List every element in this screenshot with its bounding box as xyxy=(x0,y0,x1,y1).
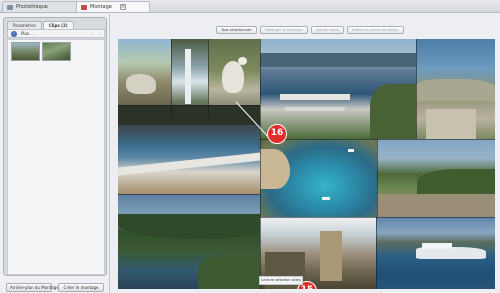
clips-panel: Paramètres Clips (2) ‹ Plus... ‹ › xyxy=(3,17,107,276)
tab-parametres-label: Paramètres xyxy=(13,23,36,28)
add-text-button[interactable]: Ajouter texte xyxy=(310,26,345,34)
montage-icon xyxy=(81,4,87,10)
tab-parametres[interactable]: Paramètres xyxy=(7,21,42,29)
remove-photo-button[interactable]: Retirer la photo de cellule xyxy=(347,26,404,34)
tab-montage-label: Montage xyxy=(90,4,112,10)
tab-phototheque-label: Photothèque xyxy=(16,4,48,10)
clip-thumbnail[interactable] xyxy=(11,42,40,61)
video-selection-label: Lecture sélection video xyxy=(259,276,303,285)
next-icon[interactable]: › xyxy=(97,31,102,36)
tab-clips-label: Clips (2) xyxy=(48,23,68,28)
back-arrow-icon[interactable]: ‹ xyxy=(11,30,17,37)
left-panel-actions: Arrière-plan du Montage Créer le montage xyxy=(3,283,107,293)
create-montage-button[interactable]: Créer le montage xyxy=(58,283,104,292)
close-tab-icon[interactable]: × xyxy=(119,4,126,10)
tab-montage[interactable]: Montage × xyxy=(76,1,150,12)
clips-nav-bar: ‹ Plus... ‹ › xyxy=(7,29,105,38)
panel-tabs: Paramètres Clips (2) xyxy=(7,21,75,29)
select-all-button[interactable]: Tout sélectionner xyxy=(216,26,257,34)
montage-toolbar: Tout sélectionner Mélanger le Montage Aj… xyxy=(216,26,407,34)
left-panel: Paramètres Clips (2) ‹ Plus... ‹ › Arriè… xyxy=(0,14,110,293)
shuffle-button[interactable]: Mélanger le Montage xyxy=(259,26,308,34)
nav-more-link[interactable]: Plus... xyxy=(21,31,33,36)
photo-collage: 16 15 xyxy=(118,39,495,289)
photo-library-icon xyxy=(7,4,13,10)
app-tab-bar: Photothèque Montage × xyxy=(0,0,500,13)
tab-clips[interactable]: Clips (2) xyxy=(42,21,74,29)
background-button[interactable]: Arrière-plan du Montage xyxy=(6,283,59,292)
prev-icon[interactable]: ‹ xyxy=(90,31,95,36)
annotation-line xyxy=(235,101,274,143)
montage-workspace: Tout sélectionner Mélanger le Montage Aj… xyxy=(112,14,500,293)
marker-badge: 16 xyxy=(267,124,287,144)
clip-thumbnail[interactable] xyxy=(42,42,71,61)
clip-thumbnail-list xyxy=(7,39,105,275)
